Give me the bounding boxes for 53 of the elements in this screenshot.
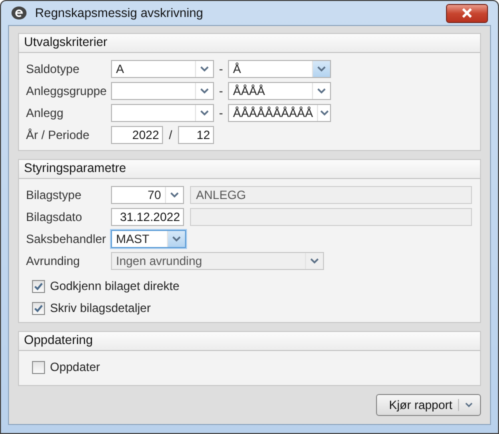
field-label: År / Periode: [26, 128, 90, 142]
range-separator: -: [218, 62, 224, 76]
checkmark-icon: [33, 280, 44, 292]
chevron-down-icon: [172, 236, 181, 242]
field-label: Avrunding: [26, 254, 81, 268]
field-label: Bilagsdato: [26, 210, 84, 224]
year-field[interactable]: 2022: [111, 126, 163, 144]
app-icon: [11, 6, 27, 20]
window-title: Regnskapsmessig avskrivning: [35, 6, 204, 20]
dropdown-button[interactable]: [317, 105, 330, 121]
dropdown-field[interactable]: [111, 104, 214, 122]
dropdown-field[interactable]: Å: [228, 60, 331, 78]
period-field[interactable]: 12: [178, 126, 214, 144]
chevron-down-icon: [465, 402, 473, 408]
checkbox[interactable]: [32, 280, 45, 292]
period-separator: /: [168, 128, 174, 142]
checkbox[interactable]: [32, 302, 45, 314]
dropdown-field[interactable]: ÅÅÅÅ: [228, 82, 331, 100]
date-field[interactable]: 31.12.2022: [111, 208, 184, 226]
checkbox-label[interactable]: Oppdater: [50, 360, 100, 374]
dropdown-field[interactable]: 70: [111, 186, 184, 204]
range-separator: -: [218, 84, 224, 98]
checkbox-label[interactable]: Godkjenn bilaget direkte: [50, 279, 180, 293]
dropdown-field[interactable]: A: [111, 60, 214, 78]
dropdown-button[interactable]: [167, 231, 185, 247]
field-label: Bilagstype: [26, 188, 82, 202]
field-label: Saksbehandler: [26, 232, 108, 246]
group-title: Styringsparametre: [24, 161, 126, 175]
dropdown-button[interactable]: [312, 61, 330, 77]
close-icon: [461, 8, 473, 18]
chevron-down-icon: [317, 66, 326, 72]
chevron-down-icon: [310, 258, 319, 264]
chevron-down-icon: [320, 110, 329, 116]
chevron-down-icon: [200, 66, 209, 72]
dropdown-field[interactable]: ÅÅÅÅÅÅÅÅÅÅ: [228, 104, 331, 122]
checkmark-icon: [33, 302, 44, 314]
chevron-down-icon: [170, 192, 179, 198]
chevron-down-icon: [200, 88, 209, 94]
chevron-down-icon: [200, 110, 209, 116]
field-label: Saldotype: [26, 62, 80, 76]
display-field: ANLEGG: [190, 186, 472, 204]
field-label: Anlegg: [26, 106, 64, 120]
dropdown-field[interactable]: MAST: [111, 230, 186, 248]
close-button[interactable]: [446, 4, 488, 22]
checkbox-label[interactable]: Skriv bilagsdetaljer: [50, 301, 151, 315]
chevron-down-icon: [317, 88, 326, 94]
checkbox[interactable]: [32, 360, 45, 374]
range-separator: -: [218, 106, 224, 120]
group-title: Oppdatering: [24, 333, 93, 347]
group-title: Utvalgskriterier: [24, 35, 108, 49]
dropdown-field[interactable]: [111, 82, 214, 100]
run-report-button[interactable]: Kjør rapport: [376, 394, 481, 416]
field-label: Anleggsgruppe: [26, 84, 108, 98]
